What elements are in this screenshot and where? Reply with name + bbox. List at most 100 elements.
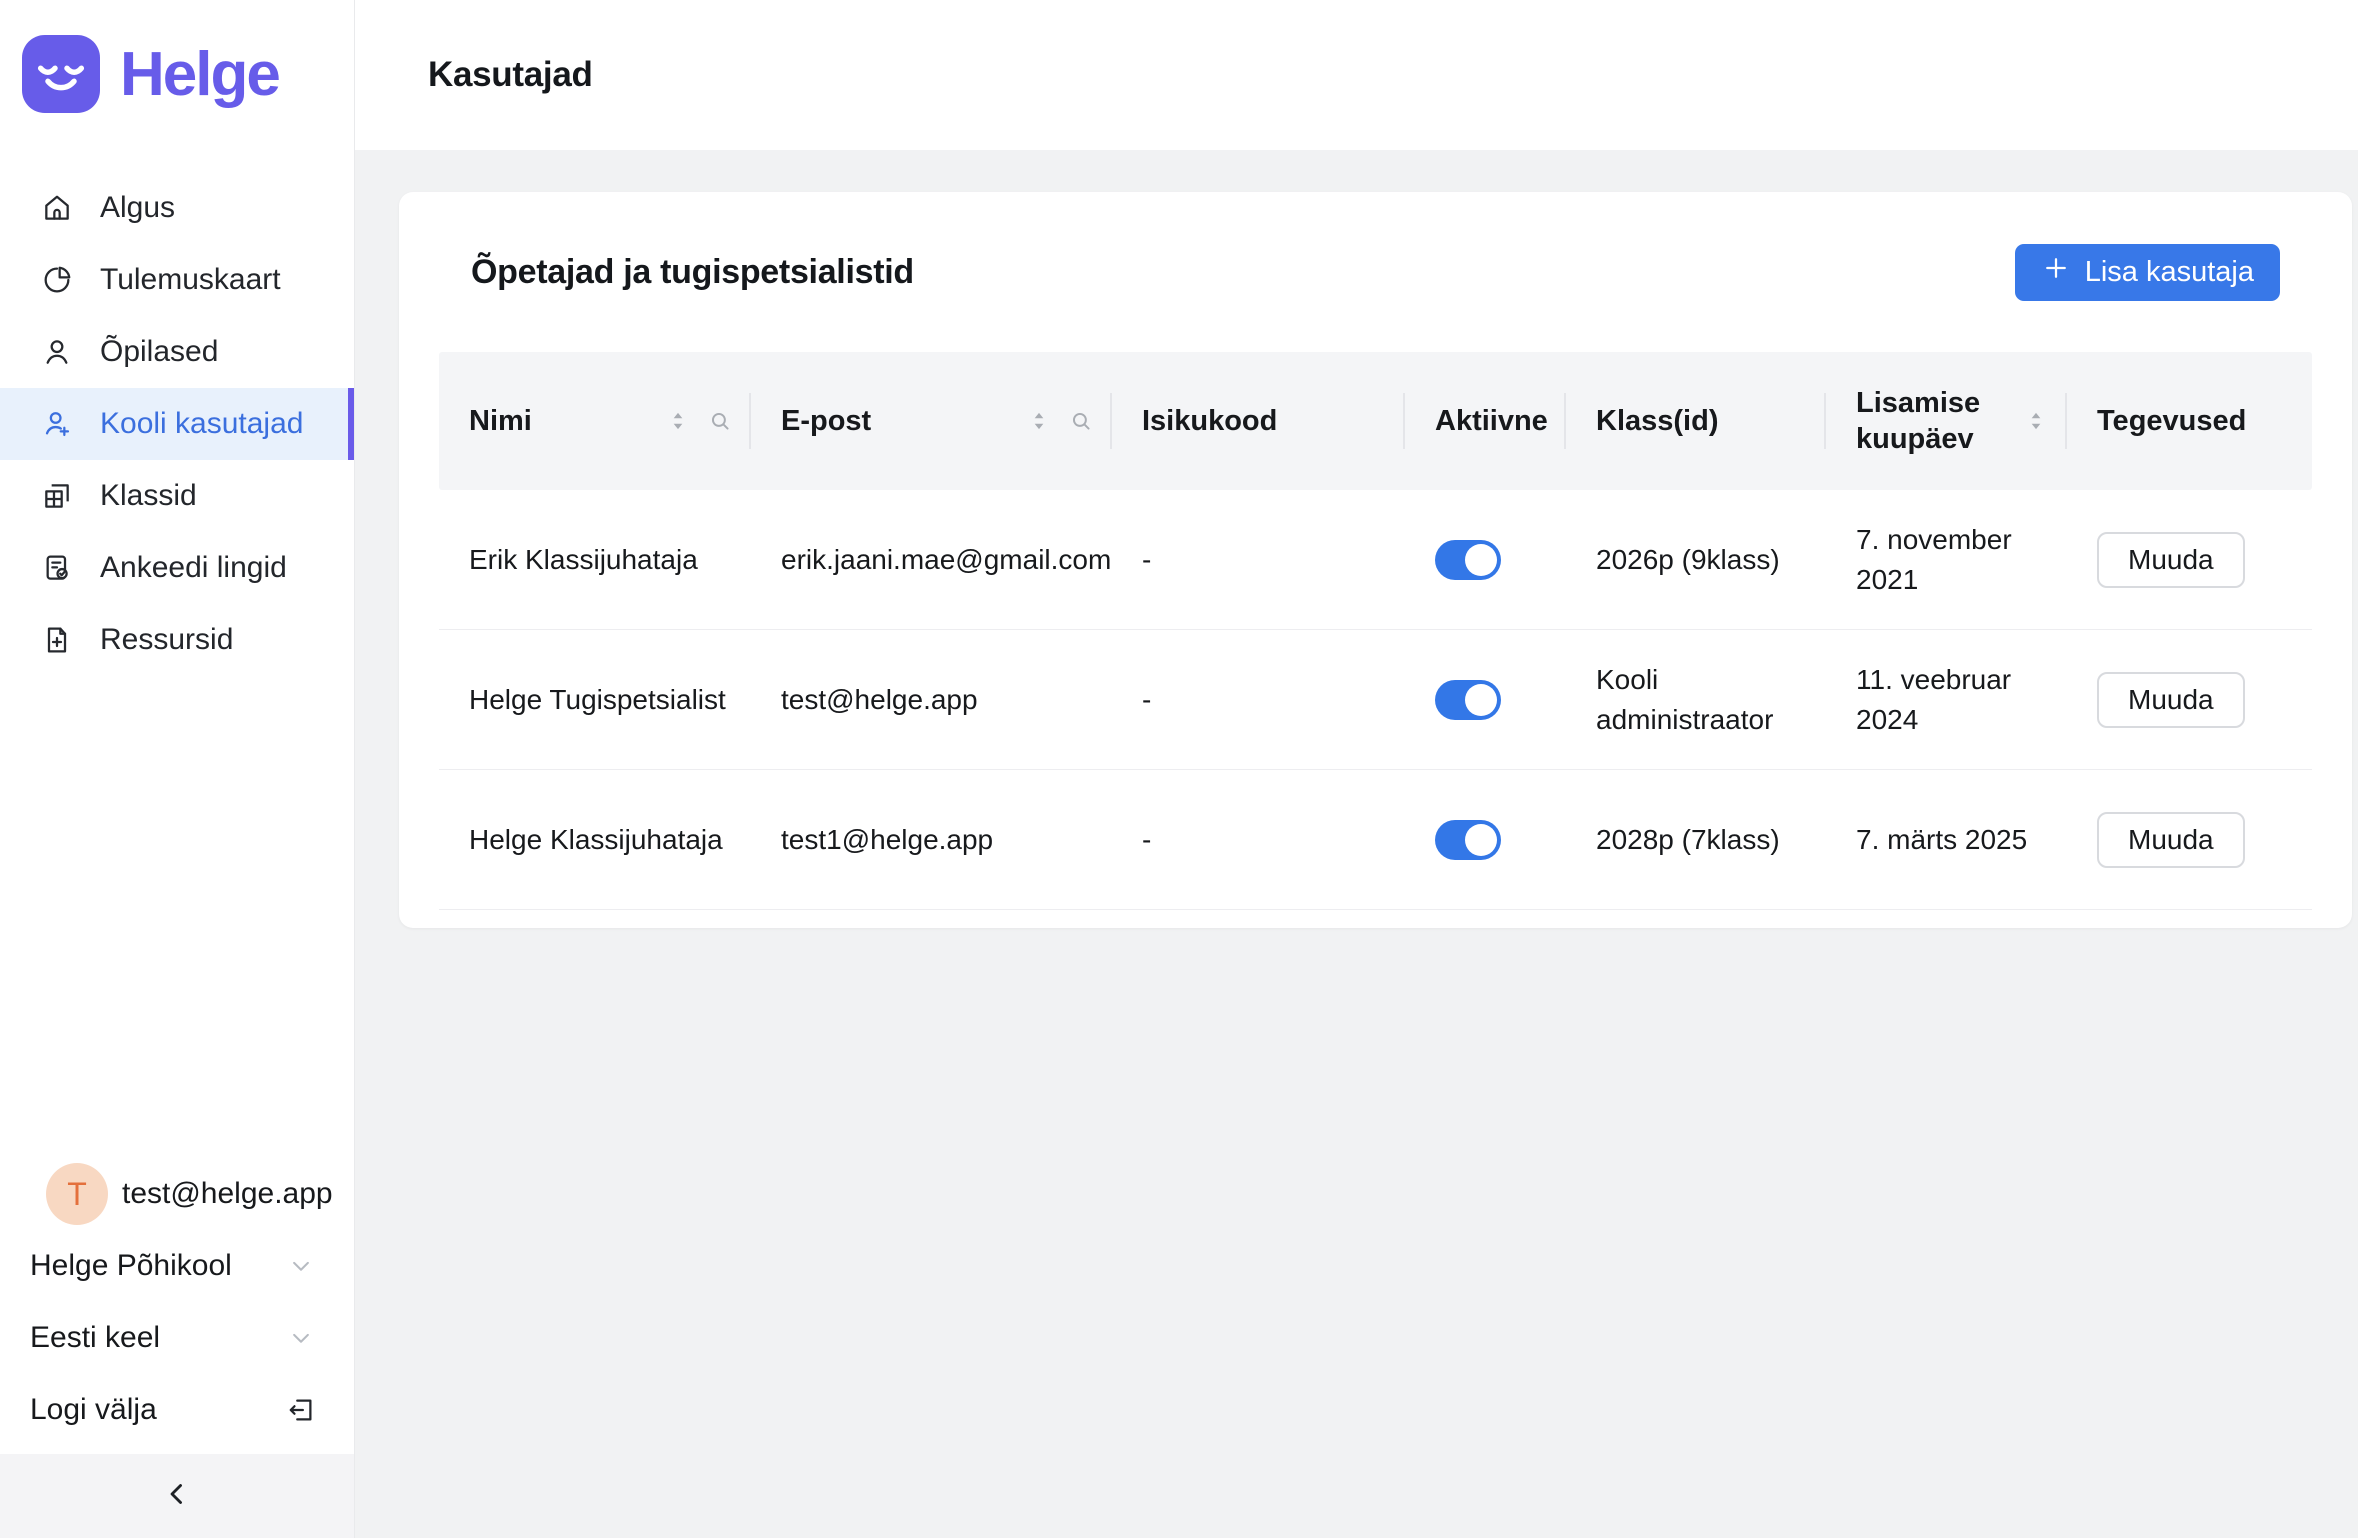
plus-icon [2041, 253, 2071, 291]
users-table: Nimi [439, 352, 2312, 910]
cell-isikukood: - [1112, 630, 1405, 769]
edit-button[interactable]: Muuda [2097, 812, 2245, 868]
cell-klass: 2028p (7klass) [1566, 770, 1826, 909]
cell-active [1405, 770, 1566, 909]
sidebar-item-label: Kooli kasutajad [100, 407, 303, 441]
chevron-left-icon [160, 1477, 194, 1516]
column-header-isikukood: Isikukood [1112, 352, 1405, 490]
logout-icon [286, 1395, 316, 1425]
cell-actions: Muuda [2067, 630, 2312, 769]
active-toggle[interactable] [1435, 540, 1501, 580]
add-user-label: Lisa kasutaja [2085, 256, 2254, 289]
pie-chart-icon [40, 263, 74, 297]
cell-name: Erik Klassijuhataja [439, 490, 751, 629]
column-label: Isikukood [1142, 403, 1277, 439]
active-toggle[interactable] [1435, 680, 1501, 720]
chevron-down-icon [286, 1251, 316, 1281]
column-label: Tegevused [2097, 403, 2246, 439]
sidebar-item-opilased[interactable]: Õpilased [0, 316, 354, 388]
sidebar-item-label: Ankeedi lingid [100, 551, 287, 585]
column-header-aktiivne: Aktiivne [1405, 352, 1566, 490]
cell-email: test1@helge.app [751, 770, 1112, 909]
search-icon[interactable] [1068, 408, 1094, 434]
doc-plus-icon [40, 623, 74, 657]
edit-button[interactable]: Muuda [2097, 672, 2245, 728]
sidebar-item-klassid[interactable]: Klassid [0, 460, 354, 532]
edit-button[interactable]: Muuda [2097, 532, 2245, 588]
main-area: Kasutajad Õpetajad ja tugispetsialistid … [355, 0, 2358, 1538]
active-toggle[interactable] [1435, 820, 1501, 860]
app-wordmark: Helge [120, 39, 279, 110]
logout-button[interactable]: Logi välja [0, 1374, 354, 1446]
sidebar-item-algus[interactable]: Algus [0, 172, 354, 244]
column-header-tegevused: Tegevused [2067, 352, 2312, 490]
sidebar: Helge Algus Tulemuskaart [0, 0, 355, 1538]
user-email: test@helge.app [122, 1177, 333, 1211]
column-label: E-post [781, 403, 871, 439]
language-selector[interactable]: Eesti keel [0, 1302, 354, 1374]
page-title: Kasutajad [428, 55, 593, 95]
table-row: Helge Klassijuhataja test1@helge.app - 2… [439, 770, 2312, 910]
table-row: Helge Tugispetsialist test@helge.app - K… [439, 630, 2312, 770]
card-title: Õpetajad ja tugispetsialistid [471, 253, 914, 292]
sidebar-item-tulemuskaart[interactable]: Tulemuskaart [0, 244, 354, 316]
sidebar-item-label: Klassid [100, 479, 197, 513]
sort-icon[interactable] [2023, 408, 2049, 434]
search-icon[interactable] [707, 408, 733, 434]
table-row: Erik Klassijuhataja erik.jaani.mae@gmail… [439, 490, 2312, 630]
app-logo[interactable]: Helge [0, 0, 354, 122]
home-icon [40, 191, 74, 225]
school-name: Helge Põhikool [30, 1249, 232, 1283]
card-header: Õpetajad ja tugispetsialistid Lisa kasut… [439, 192, 2312, 352]
cell-klass: 2026p (9klass) [1566, 490, 1826, 629]
column-label: Nimi [469, 403, 532, 439]
sidebar-item-kooli-kasutajad[interactable]: Kooli kasutajad [0, 388, 354, 460]
cell-actions: Muuda [2067, 490, 2312, 629]
sidebar-item-ressursid[interactable]: Ressursid [0, 604, 354, 676]
user-plus-icon [40, 407, 74, 441]
sidebar-item-label: Ressursid [100, 623, 233, 657]
logout-label: Logi välja [30, 1393, 157, 1427]
cell-email: erik.jaani.mae@gmail.com [751, 490, 1112, 629]
cell-isikukood: - [1112, 770, 1405, 909]
cell-date: 11. veebruar 2024 [1826, 630, 2067, 769]
sidebar-nav: Algus Tulemuskaart Õpilased [0, 122, 354, 676]
cell-isikukood: - [1112, 490, 1405, 629]
column-header-epost: E-post [751, 352, 1112, 490]
sidebar-item-label: Tulemuskaart [100, 263, 281, 297]
person-icon [40, 335, 74, 369]
column-header-nimi: Nimi [439, 352, 751, 490]
toggle-knob [1465, 684, 1497, 716]
cell-klass: Kooli administraator [1566, 630, 1826, 769]
column-header-klassid: Klass(id) [1566, 352, 1826, 490]
sort-icon[interactable] [1026, 408, 1052, 434]
column-label: Aktiivne [1435, 403, 1548, 439]
sidebar-item-ankeedi-lingid[interactable]: Ankeedi lingid [0, 532, 354, 604]
column-label: Lisamise kuupäev [1856, 385, 2006, 458]
add-user-button[interactable]: Lisa kasutaja [2015, 244, 2280, 301]
toggle-knob [1465, 544, 1497, 576]
cell-active [1405, 630, 1566, 769]
page-header: Kasutajad [355, 0, 2358, 150]
cell-name: Helge Klassijuhataja [439, 770, 751, 909]
sort-icon[interactable] [665, 408, 691, 434]
cell-email: test@helge.app [751, 630, 1112, 769]
cell-date: 7. märts 2025 [1826, 770, 2067, 909]
sidebar-collapse-button[interactable] [0, 1454, 354, 1538]
cell-date: 7. november 2021 [1826, 490, 2067, 629]
doc-check-icon [40, 551, 74, 585]
chevron-down-icon [286, 1323, 316, 1353]
users-card: Õpetajad ja tugispetsialistid Lisa kasut… [399, 192, 2352, 928]
current-user: T test@helge.app [0, 1158, 354, 1230]
grid-icon [40, 479, 74, 513]
cell-active [1405, 490, 1566, 629]
table-header-row: Nimi [439, 352, 2312, 490]
column-header-lisamise-kuupaev: Lisamise kuupäev [1826, 352, 2067, 490]
sidebar-item-label: Algus [100, 191, 175, 225]
avatar: T [46, 1163, 108, 1225]
sidebar-item-label: Õpilased [100, 335, 218, 369]
column-label: Klass(id) [1596, 403, 1718, 439]
sidebar-footer: T test@helge.app Helge Põhikool Eesti ke… [0, 1158, 354, 1454]
school-selector[interactable]: Helge Põhikool [0, 1230, 354, 1302]
cell-actions: Muuda [2067, 770, 2312, 909]
